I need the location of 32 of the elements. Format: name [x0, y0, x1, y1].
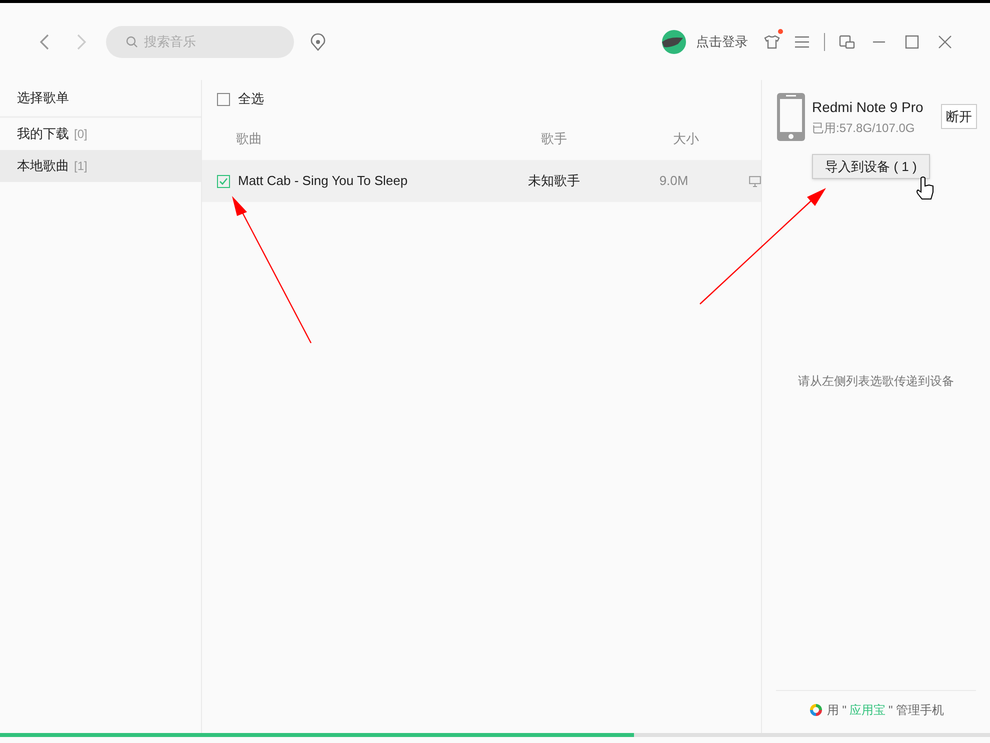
app-store-logo-icon — [808, 702, 824, 718]
playlist-item[interactable]: 本地歌曲 [1] — [0, 150, 201, 182]
storage-usage: 已用:57.8G/107.0G — [812, 120, 916, 137]
song-title: Matt Cab - Sing You To Sleep — [238, 172, 408, 190]
cursor-icon — [916, 176, 934, 200]
size-cell: 9.0M — [659, 173, 688, 188]
location-pin-icon[interactable] — [310, 32, 326, 50]
sidebar-title: 选择歌单 — [17, 89, 69, 108]
hint-text: 请从左侧列表选歌传递到设备 — [798, 373, 954, 390]
search-icon — [126, 36, 138, 48]
checkbox[interactable] — [217, 174, 230, 188]
close-icon[interactable] — [938, 34, 952, 48]
checkbox[interactable] — [217, 92, 230, 106]
artist-cell: 未知歌手 — [528, 173, 580, 188]
footer-text: " 管理手机 — [888, 702, 944, 719]
menu-icon[interactable] — [794, 34, 810, 48]
column-header: 歌曲 — [236, 131, 262, 146]
column-header: 歌手 — [541, 131, 567, 146]
import-button[interactable]: 导入到设备 ( 1 ) — [812, 154, 930, 179]
device-name: Redmi Note 9 Pro — [812, 98, 924, 117]
select-all-label: 全选 — [238, 90, 264, 108]
search-field[interactable]: 搜索音乐 — [106, 26, 294, 58]
computer-icon — [748, 176, 761, 186]
login-link[interactable]: 点击登录 — [696, 32, 748, 52]
shirt-icon[interactable] — [764, 34, 780, 50]
disconnect-button[interactable]: 断开 — [941, 104, 977, 129]
column-header: 大小 — [673, 131, 699, 146]
maximize-icon[interactable] — [905, 34, 919, 48]
avatar-icon[interactable] — [662, 30, 686, 54]
footer-text: 用 " — [826, 702, 846, 719]
phone-icon — [776, 92, 806, 142]
mini-mode-icon[interactable] — [839, 34, 855, 50]
